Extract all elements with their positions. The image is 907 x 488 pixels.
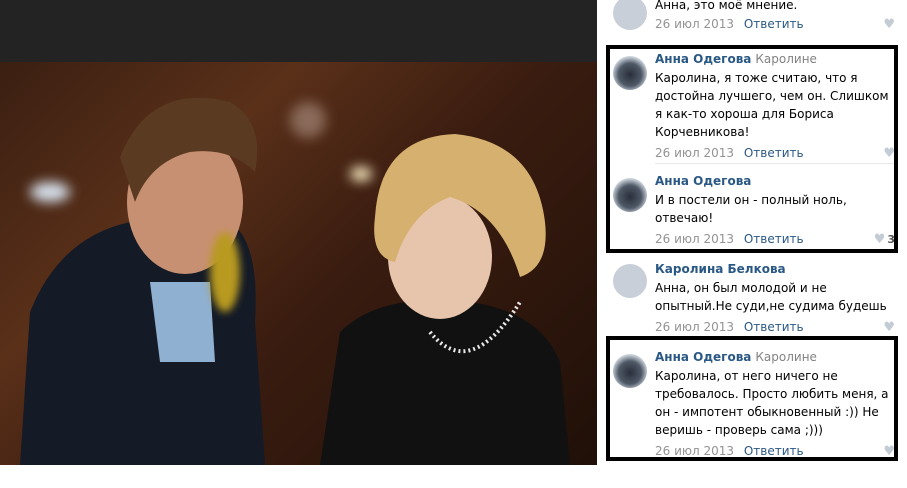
highlight-frame [606, 45, 898, 253]
reply-link[interactable]: Ответить [744, 320, 804, 334]
commenter-avatar[interactable] [613, 264, 647, 298]
comment-author[interactable]: Каролина Белкова [655, 262, 786, 276]
heart-icon[interactable]: ♥ [883, 17, 895, 32]
background-light [210, 232, 240, 312]
comment-text: Анна, это моё мнение. [655, 0, 798, 12]
background-light [350, 167, 372, 181]
background-light [30, 182, 70, 202]
highlight-frame [606, 336, 898, 461]
heart-icon[interactable]: ♥ [883, 320, 895, 335]
comment-date[interactable]: 26 июл 2013 [655, 17, 734, 31]
photo-top-band [0, 0, 597, 62]
post-photo[interactable] [0, 0, 597, 465]
photo-scene [0, 62, 597, 465]
comment-text: Анна, он был молодой и не опытный.Не суд… [655, 281, 887, 313]
commenter-avatar[interactable] [613, 0, 647, 30]
comment-date[interactable]: 26 июл 2013 [655, 320, 734, 334]
background-light [290, 102, 326, 138]
reply-link[interactable]: Ответить [744, 17, 804, 31]
